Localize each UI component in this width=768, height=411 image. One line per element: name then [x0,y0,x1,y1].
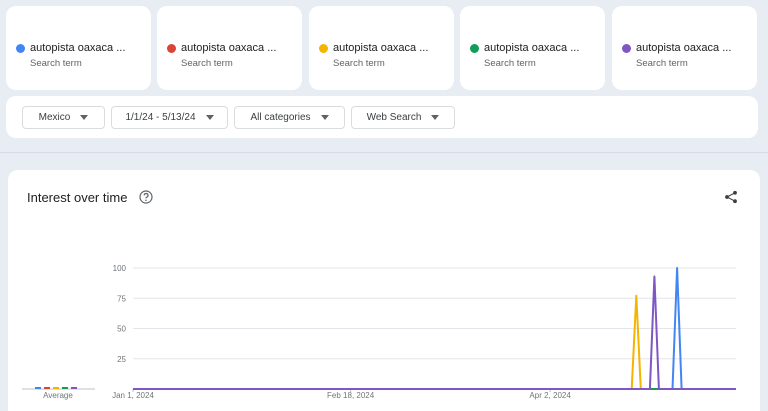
average-bar [71,387,77,389]
average-bar [44,387,50,389]
x-axis-ticks: Jan 1, 2024 Feb 18, 2024 Apr 2, 2024 [112,389,571,400]
average-bars [22,387,95,390]
series-line [133,275,736,390]
chart-gridlines [133,267,736,360]
average-label: Average [43,391,73,400]
average-bar [62,387,68,389]
average-bar [53,387,59,389]
x-tick-label: Jan 1, 2024 [112,391,154,400]
series-line [133,294,736,390]
y-tick-label: 50 [117,325,126,334]
average-bar [35,387,41,389]
x-tick-label: Apr 2, 2024 [529,391,571,400]
x-tick-label: Feb 18, 2024 [327,391,375,400]
interest-chart: Average 100 75 50 25 Jan 1, 2024 Feb 18, 202… [22,264,736,400]
y-tick-label: 100 [113,264,127,273]
y-axis-ticks: 100 75 50 25 [113,264,127,364]
y-tick-label: 75 [117,294,126,303]
y-tick-label: 25 [117,355,126,364]
